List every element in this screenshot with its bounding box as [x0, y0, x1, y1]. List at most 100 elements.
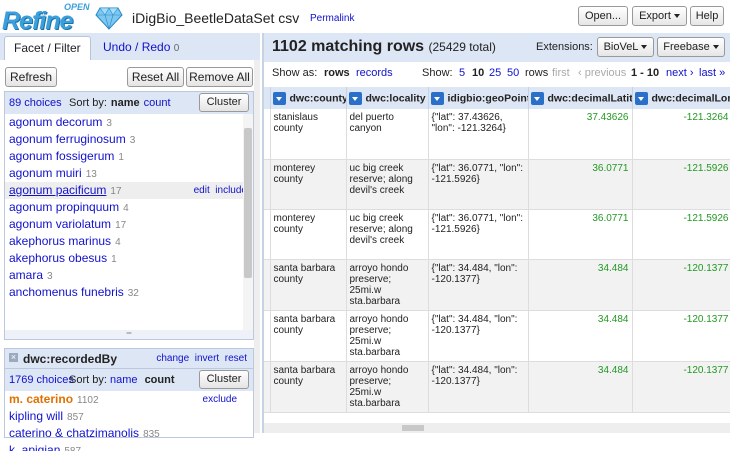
- facet-resize-handle[interactable]: ═: [5, 330, 253, 339]
- page-size-5[interactable]: 5: [459, 67, 465, 79]
- next-page-link[interactable]: next ›: [666, 67, 694, 79]
- help-button[interactable]: Help: [690, 6, 724, 26]
- list-item[interactable]: agonum decorum3: [5, 114, 253, 131]
- choices-count[interactable]: 1769 choices: [9, 374, 74, 386]
- list-item[interactable]: k. apigian587: [5, 442, 253, 451]
- cell-county[interactable]: monterey county: [270, 159, 346, 209]
- choice-label[interactable]: agonum fossigerum: [9, 149, 114, 163]
- cell-longitude[interactable]: -121.3264: [632, 109, 730, 159]
- choice-label[interactable]: caterino & chatzimanolis: [9, 426, 139, 440]
- list-item[interactable]: amara3: [5, 267, 253, 284]
- column-header[interactable]: dwc:decimalLongitude: [632, 87, 730, 109]
- choice-label[interactable]: agonum variolatum: [9, 217, 111, 231]
- column-menu-icon[interactable]: [635, 92, 648, 105]
- column-menu-icon[interactable]: [349, 92, 362, 105]
- cell-geopoint[interactable]: {"lat": 34.484, "lon": -120.1377}: [428, 259, 528, 310]
- cell-locality[interactable]: arroyo hondo preserve; 25mi.w sta.barbar…: [346, 259, 428, 310]
- choice-label[interactable]: k. apigian: [9, 443, 60, 451]
- tab-undo-redo[interactable]: Undo / Redo 0: [94, 36, 188, 60]
- choice-label[interactable]: agonum ferruginosum: [9, 132, 126, 146]
- cell-county[interactable]: santa barbara county: [270, 361, 346, 412]
- list-item[interactable]: anchomenus funebris32: [5, 284, 253, 301]
- remove-all-button[interactable]: Remove All: [186, 67, 253, 87]
- choice-label[interactable]: agonum muiri: [9, 166, 82, 180]
- cell-latitude[interactable]: 36.0771: [528, 209, 632, 259]
- cell-geopoint[interactable]: {"lat": 34.484, "lon": -120.1377}: [428, 310, 528, 361]
- choice-label[interactable]: m. caterino: [9, 392, 73, 406]
- last-page-link[interactable]: last »: [699, 67, 725, 79]
- column-header[interactable]: dwc:county: [270, 87, 346, 109]
- cell-latitude[interactable]: 34.484: [528, 259, 632, 310]
- cell-longitude[interactable]: -121.5926: [632, 159, 730, 209]
- cell-geopoint[interactable]: {"lat": 34.484, "lon": -120.1377}: [428, 361, 528, 412]
- cell-longitude[interactable]: -120.1377: [632, 361, 730, 412]
- invert-link[interactable]: invert: [195, 353, 219, 364]
- list-item[interactable]: agonum ferruginosum3: [5, 131, 253, 148]
- column-menu-icon[interactable]: [431, 92, 444, 105]
- sort-count-link[interactable]: count: [144, 97, 171, 109]
- cell-county[interactable]: stanislaus county: [270, 109, 346, 159]
- cell-county[interactable]: santa barbara county: [270, 259, 346, 310]
- choice-label[interactable]: agonum decorum: [9, 115, 102, 129]
- choice-label[interactable]: kipling will: [9, 409, 63, 423]
- list-item[interactable]: caterino & chatzimanolis835: [5, 425, 253, 442]
- cluster-button[interactable]: Cluster: [199, 370, 249, 389]
- cell-latitude[interactable]: 34.484: [528, 310, 632, 361]
- cell-county[interactable]: santa barbara county: [270, 310, 346, 361]
- cell-locality[interactable]: arroyo hondo preserve; 25mi.w sta.barbar…: [346, 361, 428, 412]
- list-item[interactable]: m. caterino1102exclude: [5, 391, 253, 408]
- open-button[interactable]: Open...: [578, 6, 628, 26]
- freebase-button[interactable]: Freebase: [657, 37, 725, 57]
- sort-name[interactable]: name: [111, 97, 140, 109]
- list-item[interactable]: kipling will857: [5, 408, 253, 425]
- choices-count[interactable]: 89 choices: [9, 97, 62, 109]
- choice-label[interactable]: anchomenus funebris: [9, 285, 124, 299]
- column-menu-icon[interactable]: [273, 92, 286, 105]
- project-name[interactable]: iDigBio_BeetleDataSet csv: [132, 10, 299, 26]
- refresh-button[interactable]: Refresh: [5, 67, 57, 87]
- cell-county[interactable]: monterey county: [270, 209, 346, 259]
- sort-count[interactable]: count: [145, 374, 175, 386]
- page-size-10[interactable]: 10: [472, 67, 484, 79]
- page-size-50[interactable]: 50: [507, 67, 519, 79]
- cell-geopoint[interactable]: {"lat": 36.0771, "lon": -121.5926}: [428, 159, 528, 209]
- horizontal-scrollbar[interactable]: [264, 423, 730, 433]
- cell-longitude[interactable]: -121.5926: [632, 209, 730, 259]
- cell-longitude[interactable]: -120.1377: [632, 259, 730, 310]
- scrollbar-thumb[interactable]: [402, 425, 424, 431]
- cell-geopoint[interactable]: {"lat": 36.0771, "lon": -121.5926}: [428, 209, 528, 259]
- cluster-button[interactable]: Cluster: [199, 93, 249, 112]
- facet-scrollbar[interactable]: [243, 114, 253, 330]
- list-item[interactable]: akephorus obesus1: [5, 250, 253, 267]
- choice-label[interactable]: agonum propinquum: [9, 200, 119, 214]
- list-item[interactable]: agonum variolatum17: [5, 216, 253, 233]
- openrefine-logo[interactable]: OPEN Refine: [2, 3, 124, 33]
- list-item[interactable]: agonum muiri13: [5, 165, 253, 182]
- page-size-25[interactable]: 25: [489, 67, 501, 79]
- cell-locality[interactable]: del puerto canyon: [346, 109, 428, 159]
- rows-mode[interactable]: rows: [324, 67, 350, 79]
- cell-latitude[interactable]: 34.484: [528, 361, 632, 412]
- list-item[interactable]: agonum fossigerum1: [5, 148, 253, 165]
- list-item[interactable]: agonum propinquum4: [5, 199, 253, 216]
- column-header[interactable]: dwc:locality: [346, 87, 428, 109]
- left-scrollbar[interactable]: [254, 60, 260, 433]
- list-item[interactable]: agonum pacificum17edit include: [5, 182, 253, 199]
- sort-name-link[interactable]: name: [110, 374, 138, 386]
- permalink-link[interactable]: Permalink: [310, 13, 354, 24]
- records-mode-link[interactable]: records: [356, 67, 393, 79]
- column-header[interactable]: idigbio:geoPoint: [428, 87, 528, 109]
- choice-label[interactable]: akephorus obesus: [9, 251, 107, 265]
- column-header[interactable]: dwc:decimalLatitude: [528, 87, 632, 109]
- cell-longitude[interactable]: -120.1377: [632, 310, 730, 361]
- close-icon[interactable]: ×: [9, 353, 18, 362]
- edit-link[interactable]: edit: [194, 185, 210, 196]
- list-item[interactable]: akephorus marinus4: [5, 233, 253, 250]
- exclude-link[interactable]: exclude: [203, 394, 237, 405]
- cell-locality[interactable]: uc big creek reserve; along devil's cree…: [346, 159, 428, 209]
- change-link[interactable]: change: [156, 353, 189, 364]
- cell-geopoint[interactable]: {"lat": 37.43626, "lon": -121.3264}: [428, 109, 528, 159]
- choice-label[interactable]: agonum pacificum: [9, 183, 106, 197]
- choice-label[interactable]: amara: [9, 268, 43, 282]
- cell-locality[interactable]: uc big creek reserve; along devil's cree…: [346, 209, 428, 259]
